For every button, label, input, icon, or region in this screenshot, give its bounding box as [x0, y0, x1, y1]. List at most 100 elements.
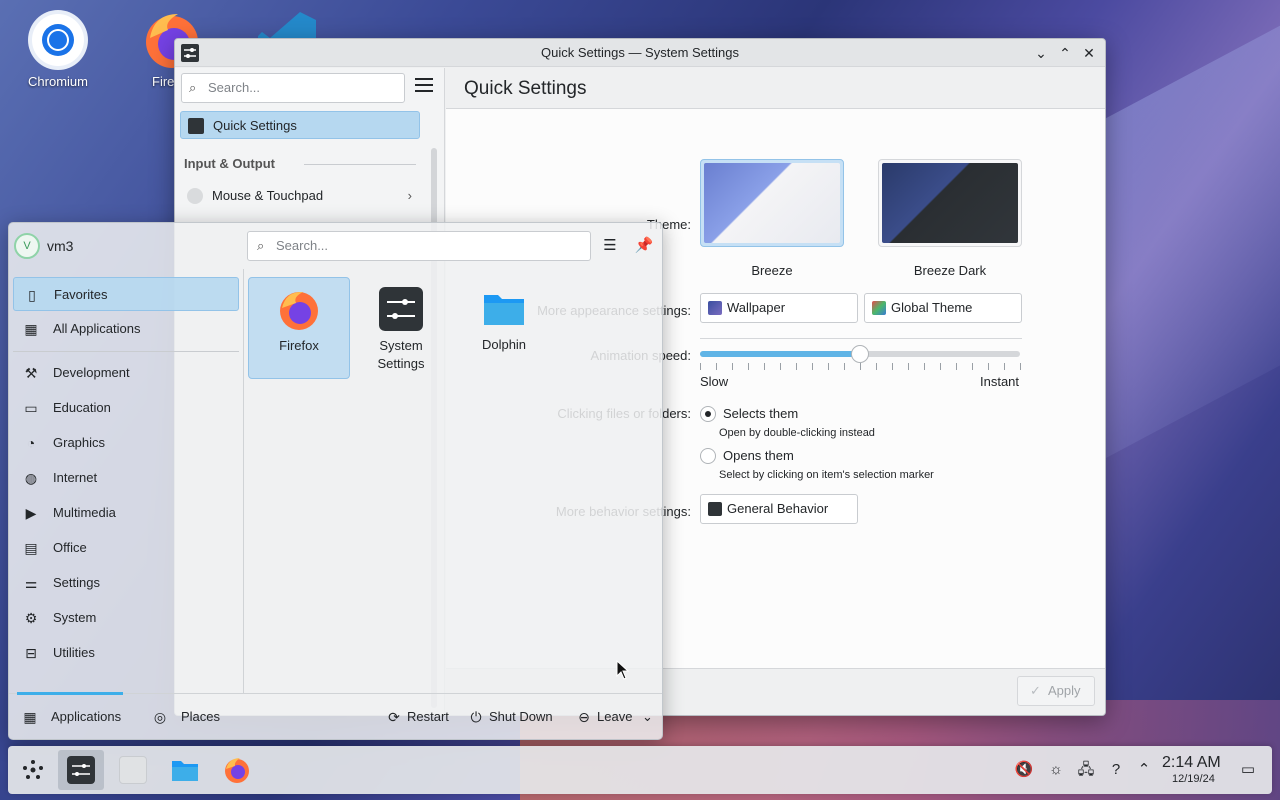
show-desktop-icon[interactable]: ▭ — [1238, 760, 1258, 780]
slider-tick — [956, 363, 957, 370]
taskbar-item-firefox[interactable] — [214, 750, 260, 790]
slider-tick — [1020, 363, 1021, 370]
network-icon[interactable]: 🖧 — [1076, 760, 1096, 780]
launcher-header: V vm3 ⌕ Search... ☰ 📌 — [9, 223, 662, 269]
favorite-firefox[interactable]: Firefox — [248, 277, 350, 379]
category-development[interactable]: ⚒ Development — [13, 356, 239, 390]
global-theme-button[interactable]: Global Theme — [864, 293, 1022, 323]
system-settings-icon — [379, 287, 423, 331]
sidebar-item-quick-settings[interactable]: Quick Settings — [180, 111, 420, 139]
category-utilities[interactable]: ⊟ Utilities — [13, 636, 239, 670]
username: vm3 — [47, 238, 74, 254]
category-settings[interactable]: ⚌ Settings — [13, 566, 239, 600]
firefox-icon — [223, 756, 251, 784]
hammer-icon: ⚒ — [24, 365, 38, 381]
window-titlebar[interactable]: Quick Settings — System Settings ⌄ ⌃ ✕ — [175, 39, 1105, 67]
slider-ticks — [700, 363, 1021, 371]
power-icon: ⏻ — [470, 709, 482, 725]
clock-time[interactable]: 2:14 AM — [1162, 754, 1221, 772]
theme-breeze-dark-label: Breeze Dark — [913, 263, 987, 278]
chevron-down-icon: ⌄ — [642, 709, 653, 724]
launcher-divider — [243, 269, 244, 693]
slider-tick — [748, 363, 749, 370]
tray-expand-icon[interactable]: ⌃ — [1134, 760, 1154, 780]
quick-settings-icon — [188, 118, 204, 134]
bookmark-icon: ▯ — [28, 287, 36, 303]
chevron-right-icon: › — [407, 188, 412, 203]
desktop-icon-chromium[interactable]: Chromium — [18, 8, 98, 89]
system-settings-icon — [67, 756, 95, 784]
sidebar-item-mouse-touchpad[interactable]: Mouse & Touchpad › — [180, 182, 420, 210]
leave-button[interactable]: ⊖ Leave ⌄ — [575, 708, 653, 726]
window-title: Quick Settings — System Settings — [541, 45, 739, 60]
brightness-icon[interactable]: ☼ — [1046, 760, 1066, 780]
firefox-icon — [277, 288, 321, 332]
slider-tick — [764, 363, 765, 370]
global-theme-icon — [872, 301, 886, 315]
selects-them-description: Open by double-clicking instead — [719, 427, 875, 439]
application-launcher-button[interactable] — [10, 750, 56, 790]
configure-icon[interactable]: ☰ — [599, 235, 621, 257]
search-icon: ⌕ — [189, 80, 197, 95]
tab-places[interactable]: ◎ Places — [151, 708, 220, 726]
compass-icon: ◎ — [153, 709, 167, 725]
folder-icon — [171, 756, 199, 784]
taskbar-item-system-settings[interactable] — [58, 750, 104, 790]
slider-tick — [876, 363, 877, 370]
slider-tick — [716, 363, 717, 370]
category-system[interactable]: ⚙ System — [13, 601, 239, 635]
launcher-footer: ▦ Applications ◎ Places ⟳ Restart ⏻ Shut… — [9, 692, 662, 739]
slider-tick — [860, 363, 861, 370]
apply-button[interactable]: Apply — [1017, 676, 1095, 706]
favorite-dolphin[interactable]: Dolphin — [453, 277, 555, 379]
selects-them-label: Selects them — [723, 406, 799, 421]
slider-tick — [796, 363, 797, 370]
desktop-icon-label: Chromium — [28, 74, 88, 89]
category-favorites[interactable]: ▯ Favorites — [13, 277, 239, 311]
clock-date[interactable]: 12/19/24 — [1172, 773, 1215, 785]
maximize-button[interactable]: ⌃ — [1055, 43, 1075, 63]
favorite-system-settings[interactable]: System Settings — [350, 277, 452, 379]
wallpaper-button[interactable]: Wallpaper — [700, 293, 858, 323]
section-divider — [700, 338, 1022, 339]
taskbar: 🔇 ☼ 🖧 ? ⌃ 2:14 AM 12/19/24 ▭ — [8, 746, 1272, 794]
leave-icon: ⊖ — [578, 709, 590, 725]
general-behavior-button[interactable]: General Behavior — [700, 494, 858, 524]
minimize-button[interactable]: ⌄ — [1031, 43, 1051, 63]
slider-tick — [988, 363, 989, 370]
taskbar-item-text-editor[interactable] — [110, 750, 156, 790]
theme-breeze-thumbnail[interactable] — [700, 159, 844, 247]
opens-them-label: Opens them — [723, 448, 794, 463]
slider-tick — [1004, 363, 1005, 370]
mouse-cursor-icon — [616, 660, 630, 680]
close-button[interactable]: ✕ — [1079, 43, 1099, 63]
taskbar-item-dolphin[interactable] — [162, 750, 208, 790]
user-avatar[interactable]: V — [14, 233, 40, 259]
general-behavior-icon — [708, 502, 722, 516]
category-graphics[interactable]: ◔ Graphics — [13, 426, 239, 460]
category-office[interactable]: ▤ Office — [13, 531, 239, 565]
mouse-icon — [187, 188, 203, 204]
theme-breeze-dark-thumbnail[interactable] — [878, 159, 1022, 247]
restart-button[interactable]: ⟳ Restart — [385, 708, 449, 726]
category-all-applications[interactable]: ▦ All Applications — [13, 312, 239, 346]
help-icon[interactable]: ? — [1106, 760, 1126, 780]
slider-tick — [940, 363, 941, 370]
launcher-search-input[interactable]: ⌕ Search... — [247, 231, 591, 261]
pin-icon[interactable]: 📌 — [633, 235, 655, 257]
page-title: Quick Settings — [464, 78, 587, 99]
shutdown-button[interactable]: ⏻ Shut Down — [467, 708, 552, 726]
settings-search-input[interactable]: ⌕ Search... — [181, 73, 405, 103]
category-education[interactable]: ▭ Education — [13, 391, 239, 425]
selects-them-radio[interactable] — [700, 406, 716, 422]
tab-applications[interactable]: ▦ Applications — [21, 708, 121, 726]
animation-speed-slider[interactable] — [700, 345, 1020, 363]
opens-them-radio[interactable] — [700, 448, 716, 464]
category-internet[interactable]: ◍ Internet — [13, 461, 239, 495]
category-multimedia[interactable]: ▶ Multimedia — [13, 496, 239, 530]
kde-logo-icon — [23, 760, 43, 779]
slider-tick — [844, 363, 845, 370]
hamburger-menu-icon[interactable] — [415, 78, 433, 92]
volume-muted-icon[interactable]: 🔇 — [1014, 760, 1034, 780]
slider-handle[interactable] — [851, 345, 869, 363]
